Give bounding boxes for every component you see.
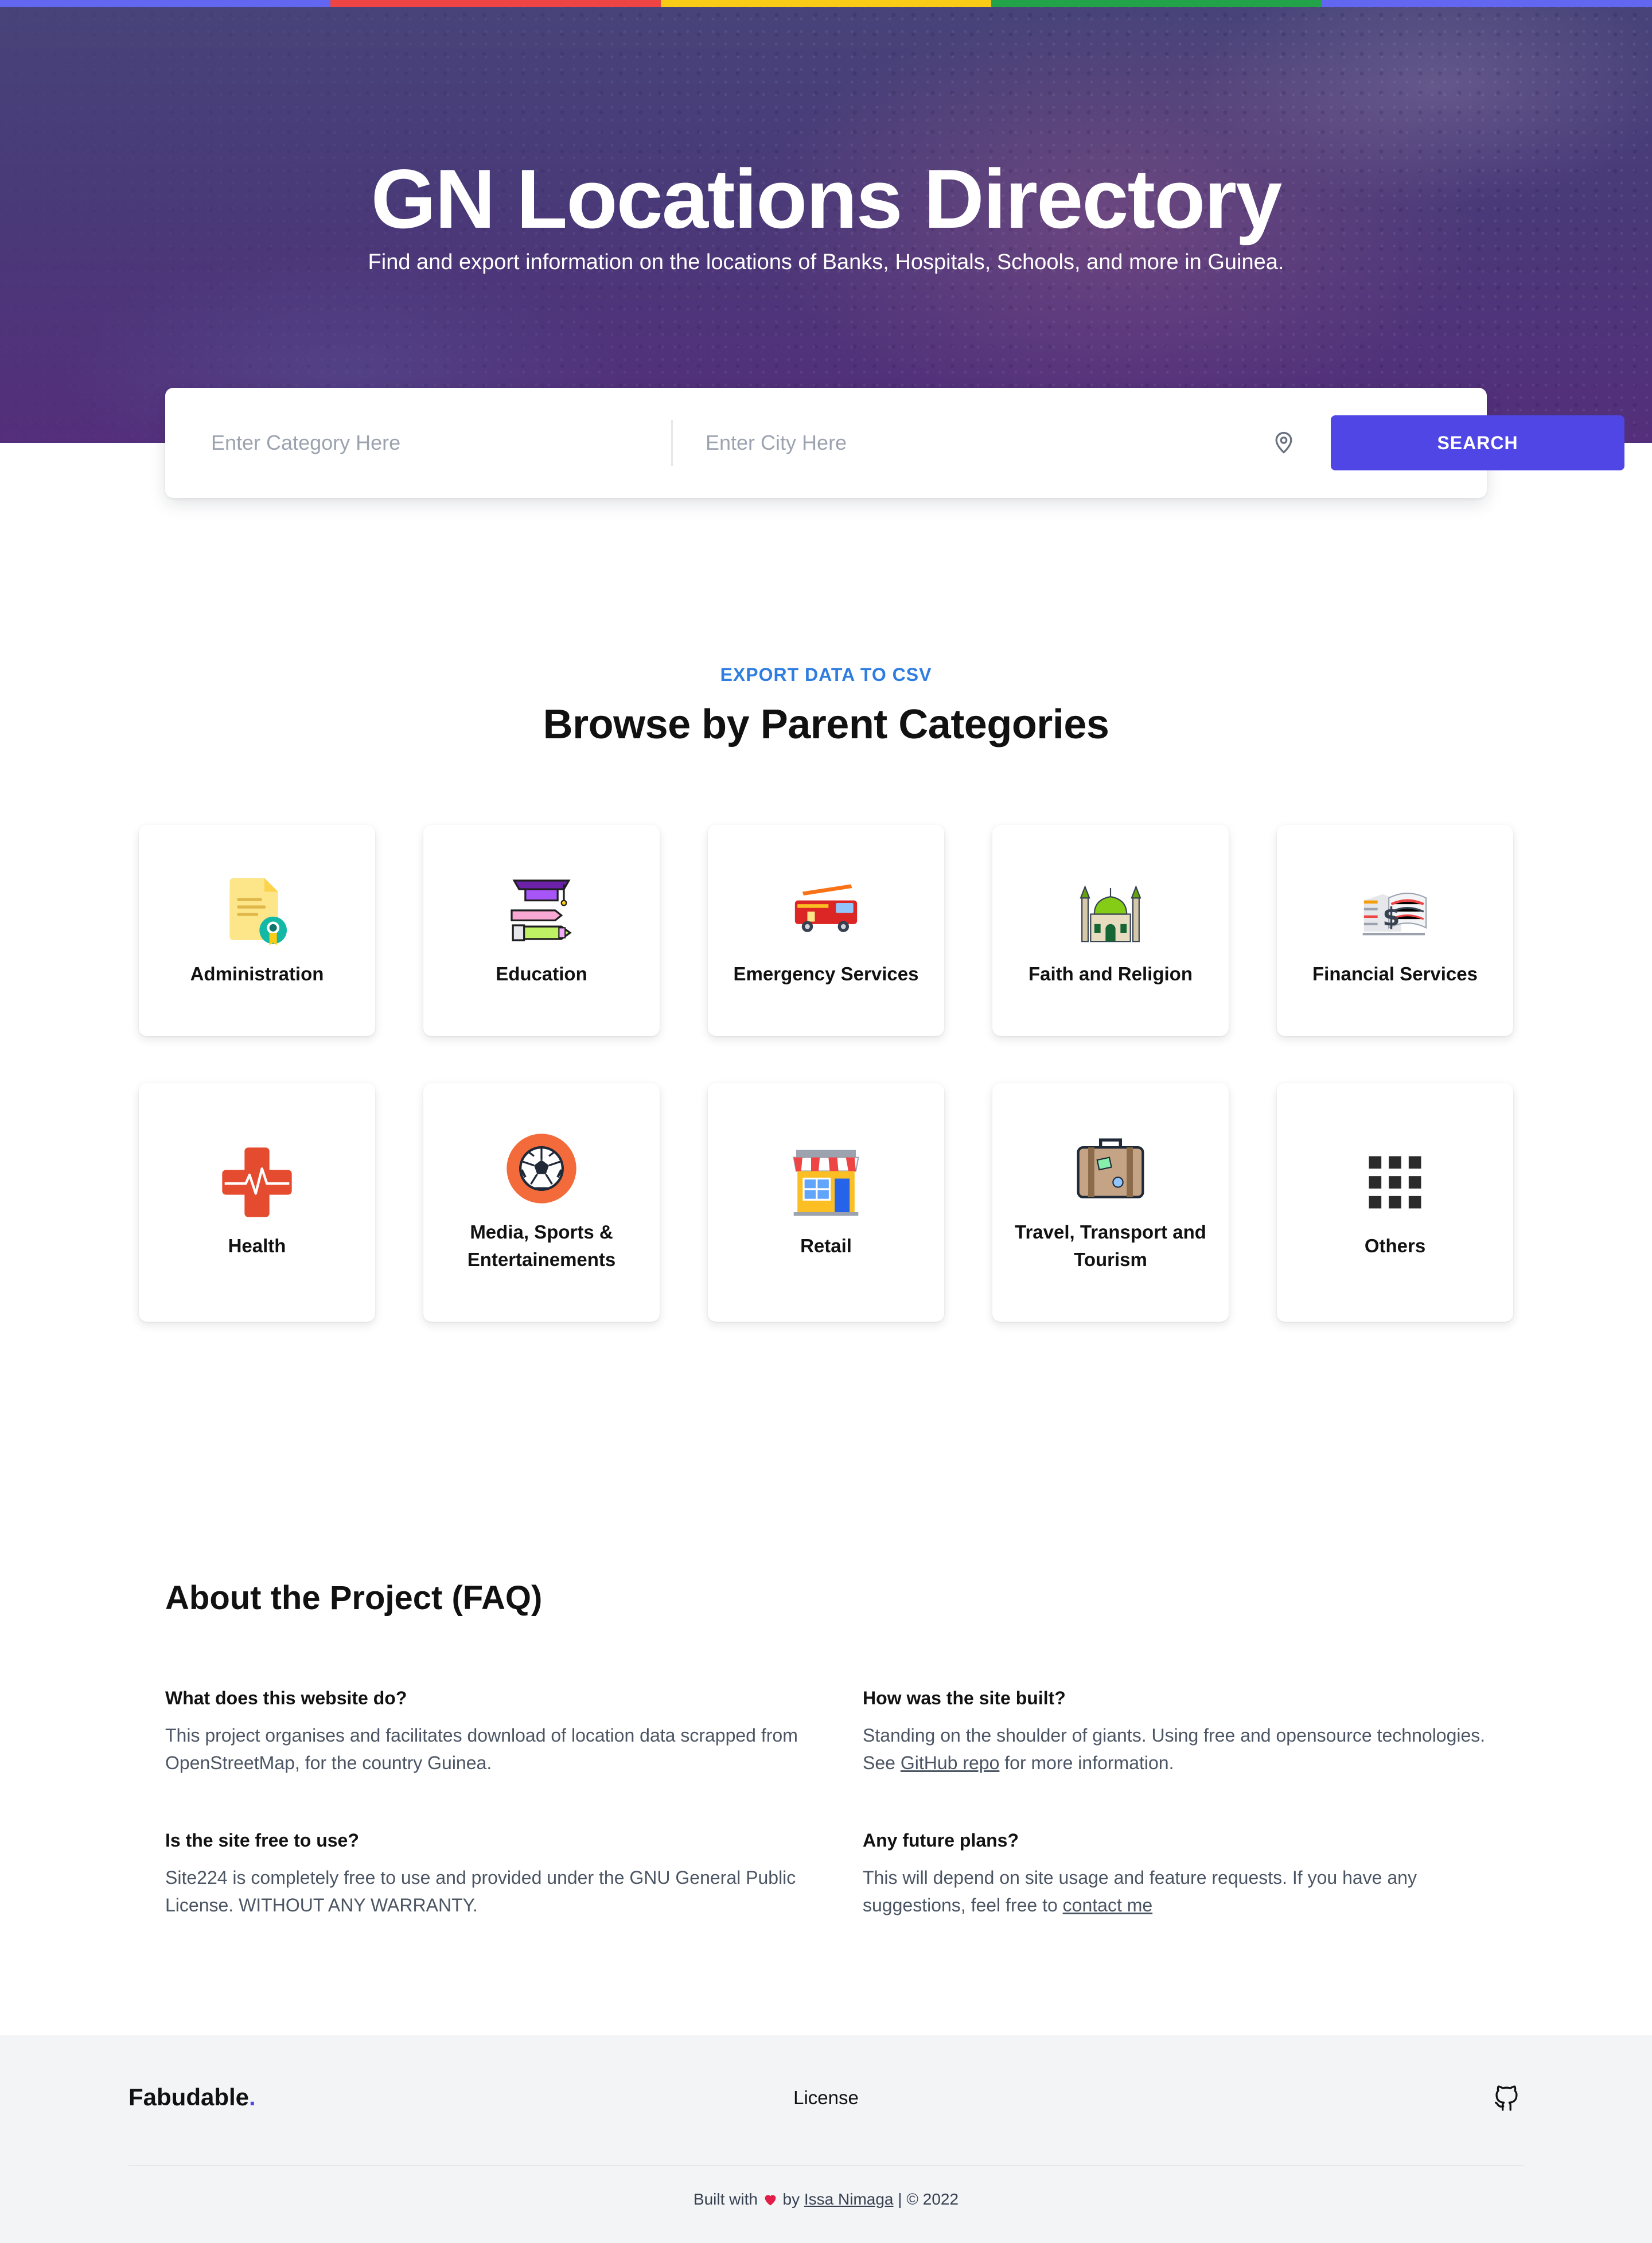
author-link[interactable]: Issa Nimaga bbox=[804, 2190, 894, 2208]
category-card-financial-services[interactable]: $ Financial Services bbox=[1277, 825, 1513, 1036]
category-label: Others bbox=[1364, 1235, 1426, 1256]
faq-item: Is the site free to use? Site224 is comp… bbox=[165, 1830, 808, 1919]
category-card-others[interactable]: Others bbox=[1277, 1083, 1513, 1322]
banknotes-icon: $ bbox=[1362, 893, 1427, 936]
credit-text: | © 2022 bbox=[898, 2190, 959, 2208]
credit-text: Built with bbox=[693, 2190, 758, 2208]
site-footer: Fabudable. License Built with by Issa Ni… bbox=[0, 2035, 1652, 2243]
stripe-4 bbox=[991, 0, 1322, 7]
footer-nav: License bbox=[0, 2087, 1652, 2109]
hero-title: GN Locations Directory bbox=[371, 152, 1283, 246]
faq-answer: Standing on the shoulder of giants. Usin… bbox=[863, 1722, 1505, 1777]
search-button[interactable]: SEARCH bbox=[1331, 415, 1624, 470]
categories-section-title: Browse by Parent Categories bbox=[543, 702, 1109, 747]
svg-text:$: $ bbox=[1382, 903, 1400, 932]
grid-dots-icon bbox=[1369, 1156, 1421, 1209]
credit-text: by bbox=[782, 2190, 800, 2208]
stripe-3 bbox=[661, 0, 991, 7]
category-label: Retail bbox=[800, 1235, 852, 1256]
faq-answer: This will depend on site usage and featu… bbox=[863, 1864, 1505, 1919]
map-pin-icon[interactable] bbox=[1271, 430, 1296, 455]
category-label: Media, Sports & Entertainements bbox=[467, 1221, 616, 1270]
faq-title: About the Project (FAQ) bbox=[165, 1579, 543, 1617]
category-label: Education bbox=[496, 963, 587, 984]
category-label: Administration bbox=[190, 963, 324, 984]
github-repo-link[interactable]: GitHub repo bbox=[901, 1753, 1000, 1773]
faq-question: Is the site free to use? bbox=[165, 1830, 359, 1851]
hero-subtitle: Find and export information on the locat… bbox=[368, 250, 1284, 274]
category-label: Faith and Religion bbox=[1028, 963, 1193, 984]
category-label: Health bbox=[228, 1235, 286, 1256]
contact-me-link[interactable]: contact me bbox=[1063, 1895, 1153, 1915]
category-grid: Administration Education Emergency Servi… bbox=[139, 825, 1513, 1322]
faq-question: What does this website do? bbox=[165, 1688, 407, 1708]
category-card-media-sports[interactable]: Media, Sports & Entertainements bbox=[423, 1083, 660, 1322]
faq-item: How was the site built? Standing on the … bbox=[863, 1688, 1505, 1777]
category-label: Emergency Services bbox=[733, 963, 919, 984]
category-label: Travel, Transport and Tourism bbox=[1015, 1221, 1206, 1270]
city-input[interactable] bbox=[706, 420, 1256, 466]
category-label: Financial Services bbox=[1312, 963, 1478, 984]
stripe-5 bbox=[1322, 0, 1652, 7]
category-card-emergency-services[interactable]: Emergency Services bbox=[708, 825, 944, 1036]
faq-answer: Site224 is completely free to use and pr… bbox=[165, 1867, 796, 1915]
faq-item: What does this website do? This project … bbox=[165, 1688, 808, 1777]
category-card-administration[interactable]: Administration bbox=[139, 825, 375, 1036]
mosque-icon bbox=[1080, 885, 1141, 943]
search-divider bbox=[671, 420, 673, 466]
footer-credit: Built with by Issa Nimaga | © 2022 bbox=[0, 2190, 1652, 2209]
faq-question: Any future plans? bbox=[863, 1830, 1019, 1851]
graduation-cap-icon bbox=[511, 879, 572, 941]
category-card-faith-and-religion[interactable]: Faith and Religion bbox=[992, 825, 1229, 1036]
stripe-2 bbox=[330, 0, 661, 7]
soccer-ball-icon bbox=[506, 1134, 576, 1204]
medical-cross-icon bbox=[222, 1147, 292, 1217]
category-card-retail[interactable]: Retail bbox=[708, 1083, 944, 1322]
github-icon[interactable] bbox=[1493, 2084, 1521, 2112]
footer-divider bbox=[128, 2165, 1524, 2166]
export-csv-eyebrow: EXPORT DATA TO CSV bbox=[720, 664, 932, 685]
faq-answer: This project organises and facilitates d… bbox=[165, 1725, 798, 1773]
category-card-travel-transport[interactable]: Travel, Transport and Tourism bbox=[992, 1083, 1229, 1322]
stripe-1 bbox=[0, 0, 330, 7]
faq-answer-text: for more information. bbox=[999, 1753, 1174, 1773]
suitcase-icon bbox=[1077, 1138, 1144, 1198]
category-card-education[interactable]: Education bbox=[423, 825, 660, 1036]
faq-item: Any future plans? This will depend on si… bbox=[863, 1830, 1505, 1919]
license-link[interactable]: License bbox=[793, 2087, 859, 2108]
fire-truck-icon bbox=[794, 884, 858, 932]
search-card: SEARCH bbox=[165, 388, 1624, 498]
category-card-health[interactable]: Health bbox=[139, 1083, 375, 1322]
rainbow-top-bar bbox=[0, 0, 1652, 7]
heart-icon bbox=[765, 2195, 776, 2206]
faq-question: How was the site built? bbox=[863, 1688, 1066, 1708]
category-input[interactable] bbox=[211, 420, 647, 466]
document-badge-icon bbox=[229, 878, 287, 945]
storefront-icon bbox=[793, 1150, 859, 1216]
